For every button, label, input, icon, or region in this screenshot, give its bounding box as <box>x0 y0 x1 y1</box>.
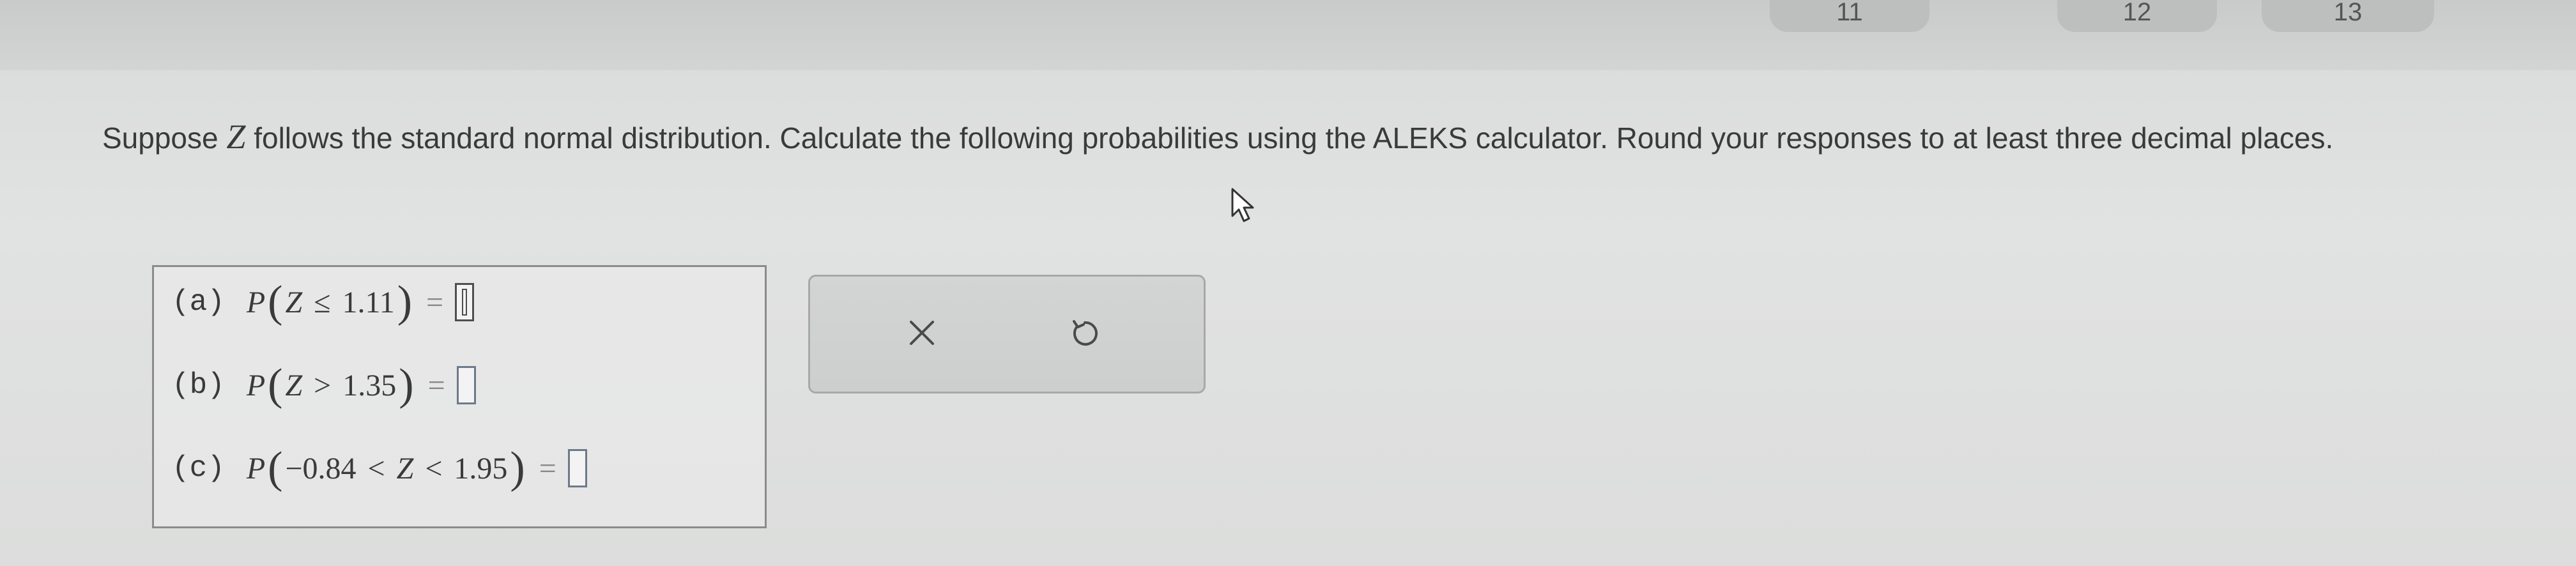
question-variable: Z <box>226 118 246 156</box>
part-label: (a) <box>172 286 225 319</box>
question-tab-label: 11 <box>1836 0 1863 26</box>
probability-function: P <box>246 451 266 486</box>
part-c: (c) P ( −0.84 < Z < 1.95 ) = <box>172 446 587 491</box>
part-label: (b) <box>172 369 225 402</box>
answer-input-c[interactable] <box>567 449 587 487</box>
question-tab-label: 13 <box>2333 0 2363 26</box>
operator: < <box>367 451 385 486</box>
bound-value: 1.11 <box>342 285 395 319</box>
answer-panel: (a) P ( Z ≤ 1.11 ) = (b) P ( Z > 1.35 ) … <box>152 265 767 528</box>
close-paren: ) <box>510 443 525 493</box>
close-icon <box>910 321 934 345</box>
equals-sign: = <box>427 368 445 402</box>
upper-bound-value: 1.95 <box>454 451 508 486</box>
undo-icon <box>1073 320 1098 346</box>
question-prompt: Suppose Z follows the standard normal di… <box>102 115 2504 160</box>
answer-input-b[interactable] <box>456 366 476 404</box>
mouse-cursor-icon <box>1231 188 1254 222</box>
lower-bound-value: −0.84 <box>285 451 356 486</box>
question-tab-label: 12 <box>2122 0 2152 26</box>
question-text-before: Suppose <box>102 121 218 155</box>
question-tab-13[interactable]: 13 <box>2262 0 2434 32</box>
top-navigation-bar: 11 12 13 <box>0 0 2576 70</box>
clear-button[interactable] <box>896 307 947 358</box>
part-a: (a) P ( Z ≤ 1.11 ) = <box>172 277 475 326</box>
open-paren: ( <box>268 277 283 326</box>
answer-input-a[interactable] <box>455 283 475 321</box>
question-tab-12[interactable]: 12 <box>2057 0 2217 32</box>
answer-toolbox <box>808 275 1206 394</box>
undo-button[interactable] <box>1059 307 1110 358</box>
probability-expression: P ( Z > 1.35 ) = <box>247 363 476 408</box>
part-b: (b) P ( Z > 1.35 ) = <box>172 363 476 408</box>
close-paren: ) <box>399 360 414 409</box>
open-paren: ( <box>268 443 283 493</box>
bound-value: 1.35 <box>342 368 397 402</box>
open-paren: ( <box>268 360 283 409</box>
operator: ≤ <box>314 285 331 319</box>
probability-function: P <box>246 368 266 402</box>
probability-expression: P ( −0.84 < Z < 1.95 ) = <box>247 446 587 491</box>
probability-function: P <box>246 285 266 319</box>
probability-expression: P ( Z ≤ 1.11 ) = <box>246 277 475 326</box>
close-paren: ) <box>397 277 413 326</box>
operator: > <box>314 368 332 402</box>
operator: < <box>425 451 443 486</box>
equals-sign: = <box>539 451 556 486</box>
random-variable: Z <box>396 451 414 486</box>
part-label: (c) <box>172 452 225 485</box>
random-variable: Z <box>285 285 303 319</box>
question-text-after: follows the standard normal distribution… <box>254 121 2334 155</box>
question-tab-11[interactable]: 11 <box>1770 0 1929 32</box>
random-variable: Z <box>285 368 303 402</box>
equals-sign: = <box>426 285 444 319</box>
